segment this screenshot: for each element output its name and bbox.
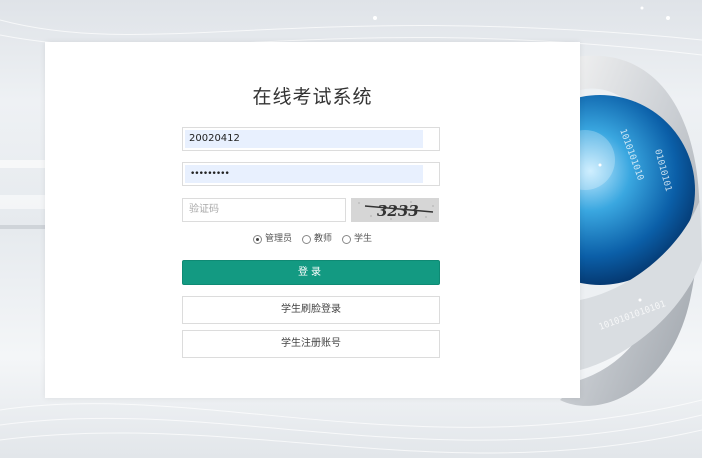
username-value: 20020412 [189, 133, 240, 144]
login-button[interactable]: 登录 [182, 260, 440, 285]
role-label-student: 学生 [354, 234, 373, 244]
captcha-input[interactable]: 验证码 [182, 198, 346, 222]
login-page: 1010101010 01010101 1010101010101 在线考试系统… [0, 0, 702, 458]
password-input[interactable]: ••••••••• [182, 162, 440, 186]
username-input[interactable]: 20020412 [182, 127, 440, 151]
face-login-button[interactable]: 学生刷脸登录 [182, 296, 440, 324]
radio-icon[interactable] [301, 234, 311, 244]
role-label-admin: 管理员 [264, 234, 292, 244]
captcha-text: 3233 [377, 202, 419, 220]
captcha-image[interactable]: 3233 [351, 198, 439, 222]
page-title: 在线考试系统 [252, 86, 373, 108]
role-option-teacher[interactable]: 教师 [301, 232, 332, 246]
captcha-placeholder: 验证码 [189, 204, 219, 215]
role-selector: 管理员 教师 学生 [45, 232, 580, 246]
role-option-student[interactable]: 学生 [342, 232, 372, 246]
role-option-admin[interactable]: 管理员 [252, 232, 292, 246]
radio-icon[interactable] [342, 234, 351, 244]
radio-checked-icon[interactable] [252, 234, 262, 244]
role-label-teacher: 教师 [313, 234, 332, 244]
login-card: 在线考试系统 20020412 ••••••••• 验证码 3233 管理员 教… [45, 42, 580, 398]
password-mask: ••••••••• [190, 169, 230, 179]
register-button[interactable]: 学生注册账号 [182, 330, 440, 358]
